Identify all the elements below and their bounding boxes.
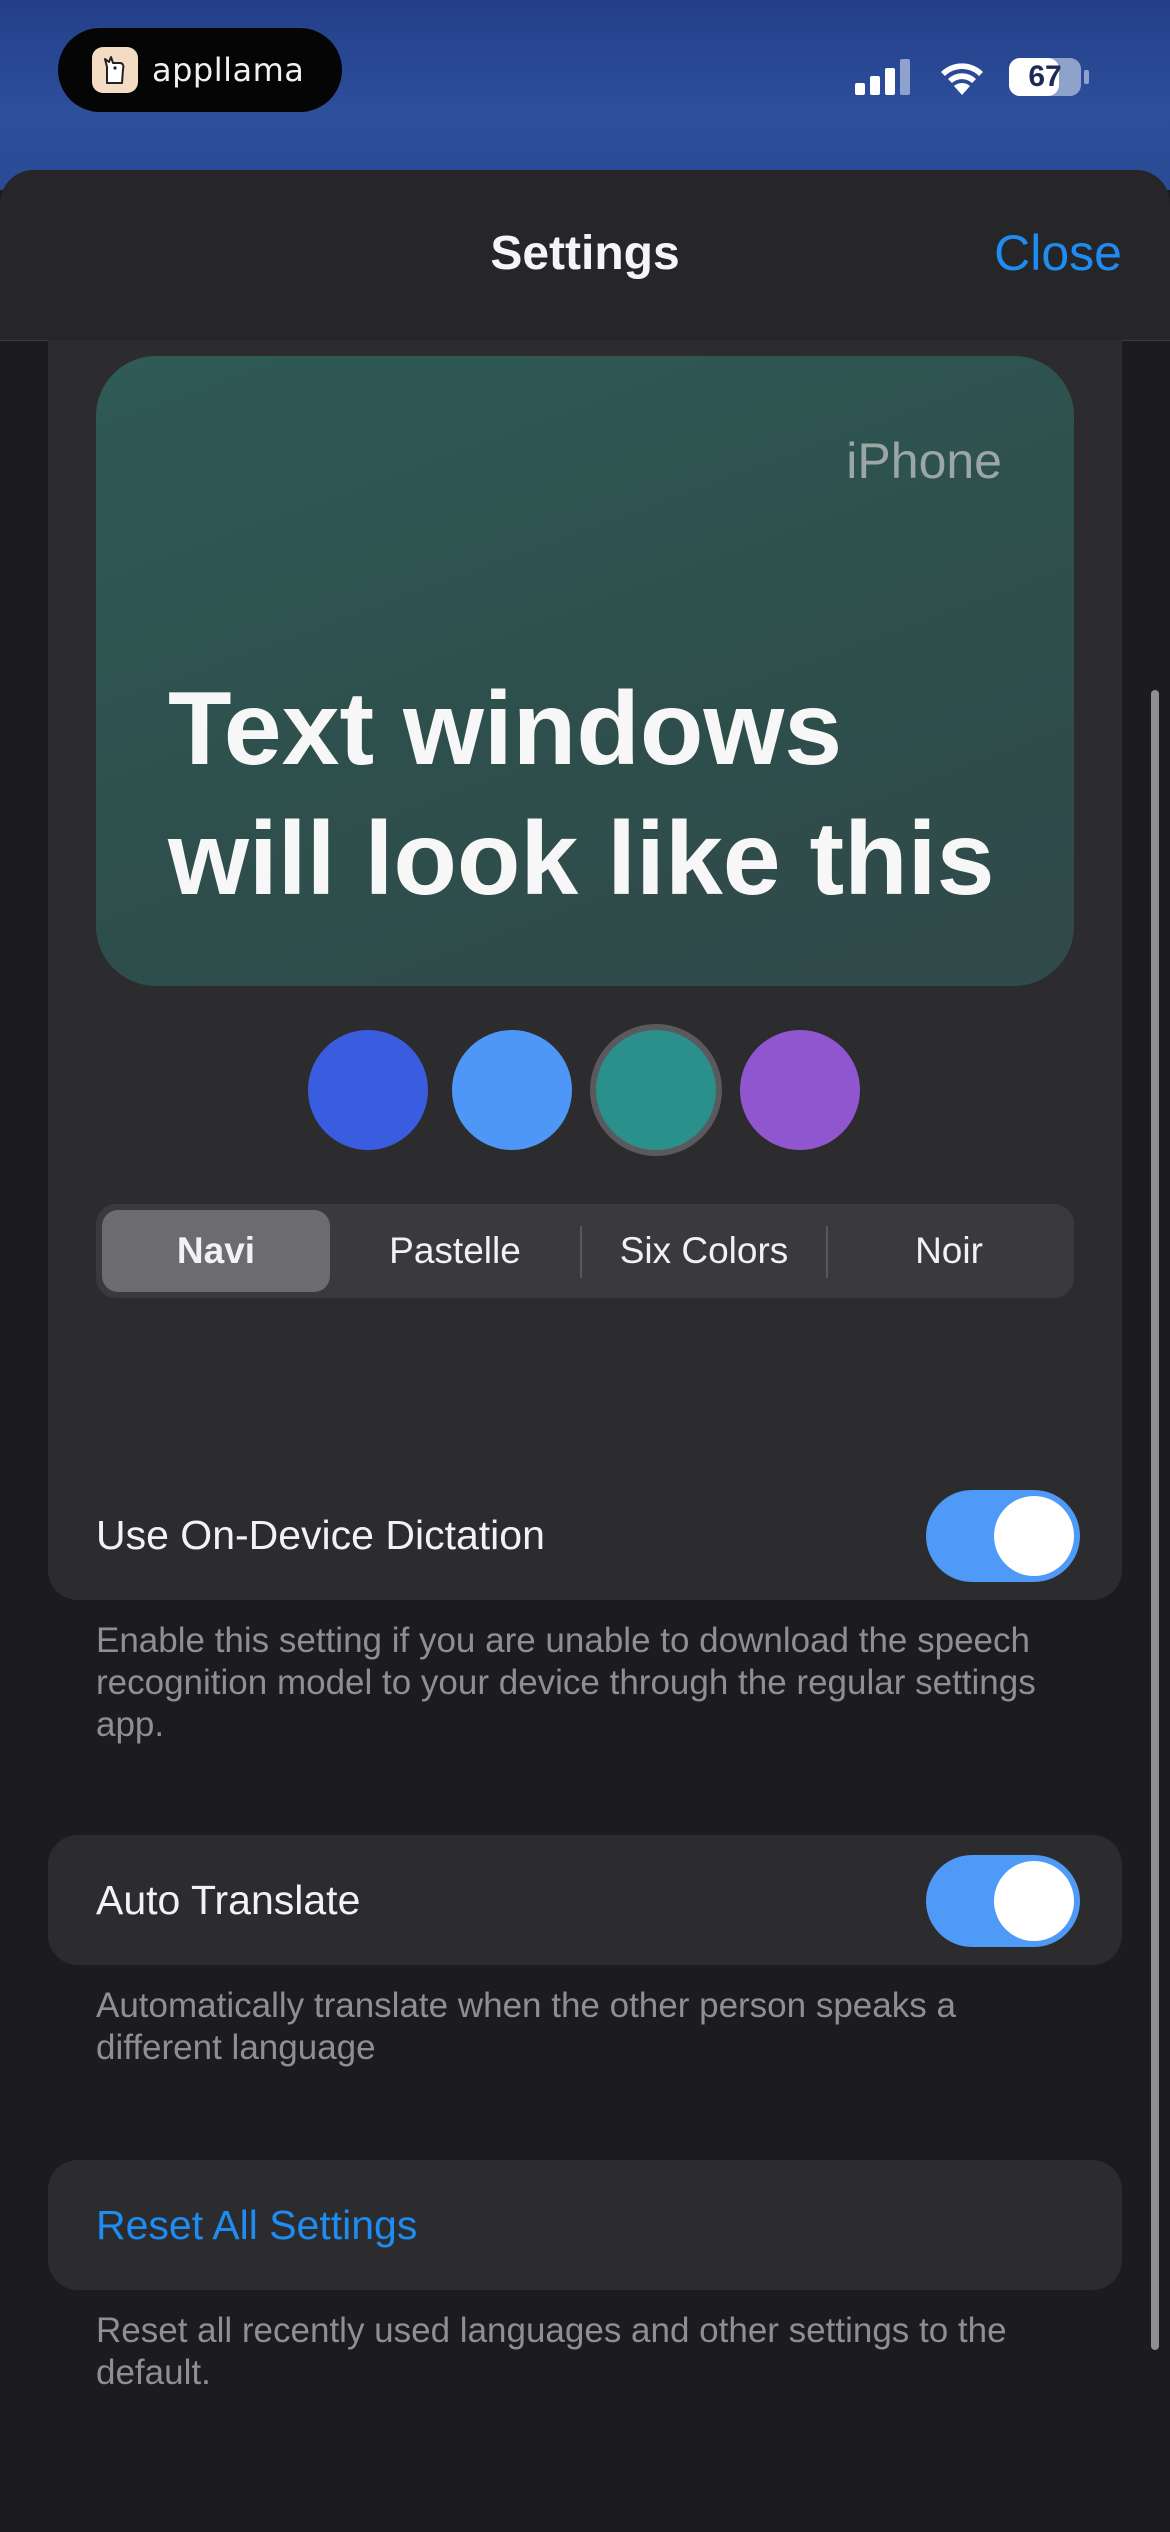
- segment-divider: [580, 1226, 582, 1278]
- reset-row[interactable]: Reset All Settings: [48, 2160, 1122, 2290]
- close-button[interactable]: Close: [994, 224, 1122, 282]
- dictation-footnote: Enable this setting if you are unable to…: [96, 1621, 1036, 1744]
- llama-logo-icon: [92, 47, 138, 93]
- settings-sheet: Settings Close iPhone Text windows will …: [0, 170, 1170, 2532]
- theme-segmented-control: Navi Pastelle Six Colors Noir: [96, 1204, 1074, 1298]
- color-swatches: [48, 1024, 1122, 1156]
- toggle-knob: [994, 1861, 1074, 1941]
- app-indicator-pill[interactable]: appllama: [58, 28, 342, 112]
- status-bar: appllama 67: [0, 0, 1170, 190]
- scrollbar[interactable]: [1151, 690, 1159, 2350]
- auto-translate-footnote: Automatically translate when the other p…: [96, 1986, 956, 2067]
- theme-option-pastelle[interactable]: Pastelle: [334, 1210, 576, 1292]
- app-name: appllama: [152, 51, 305, 89]
- auto-translate-label: Auto Translate: [96, 1877, 361, 1923]
- dictation-toggle[interactable]: [926, 1490, 1080, 1582]
- theme-option-noir[interactable]: Noir: [830, 1210, 1068, 1292]
- theme-option-six-colors[interactable]: Six Colors: [584, 1210, 824, 1292]
- theme-card: iPhone Text windows will look like this …: [48, 340, 1122, 1534]
- text-window-preview: iPhone Text windows will look like this: [96, 356, 1074, 986]
- theme-option-navi[interactable]: Navi: [102, 1210, 330, 1292]
- nav-bar: Settings Close: [0, 170, 1170, 341]
- dictation-label: Use On-Device Dictation: [96, 1512, 545, 1558]
- dictation-row: Use On-Device Dictation: [48, 1470, 1122, 1600]
- swatch-sky-blue[interactable]: [452, 1030, 572, 1150]
- preview-sample-text: Text windows will look like this: [168, 671, 995, 917]
- reset-all-settings-button[interactable]: Reset All Settings: [96, 2160, 417, 2290]
- auto-translate-toggle[interactable]: [926, 1855, 1080, 1947]
- battery-indicator: 67: [1008, 57, 1092, 97]
- swatch-royal-blue[interactable]: [308, 1030, 428, 1150]
- segment-divider: [826, 1226, 828, 1278]
- preview-device-label: iPhone: [846, 433, 1002, 489]
- reset-footnote: Reset all recently used languages and ot…: [96, 2311, 1007, 2392]
- cellular-signal-icon: [855, 59, 910, 95]
- battery-level: 67: [1028, 60, 1062, 93]
- auto-translate-row: Auto Translate: [48, 1835, 1122, 1965]
- swatch-teal[interactable]: [590, 1024, 722, 1156]
- wifi-icon: [941, 63, 983, 95]
- swatch-purple[interactable]: [740, 1030, 860, 1150]
- toggle-knob: [994, 1496, 1074, 1576]
